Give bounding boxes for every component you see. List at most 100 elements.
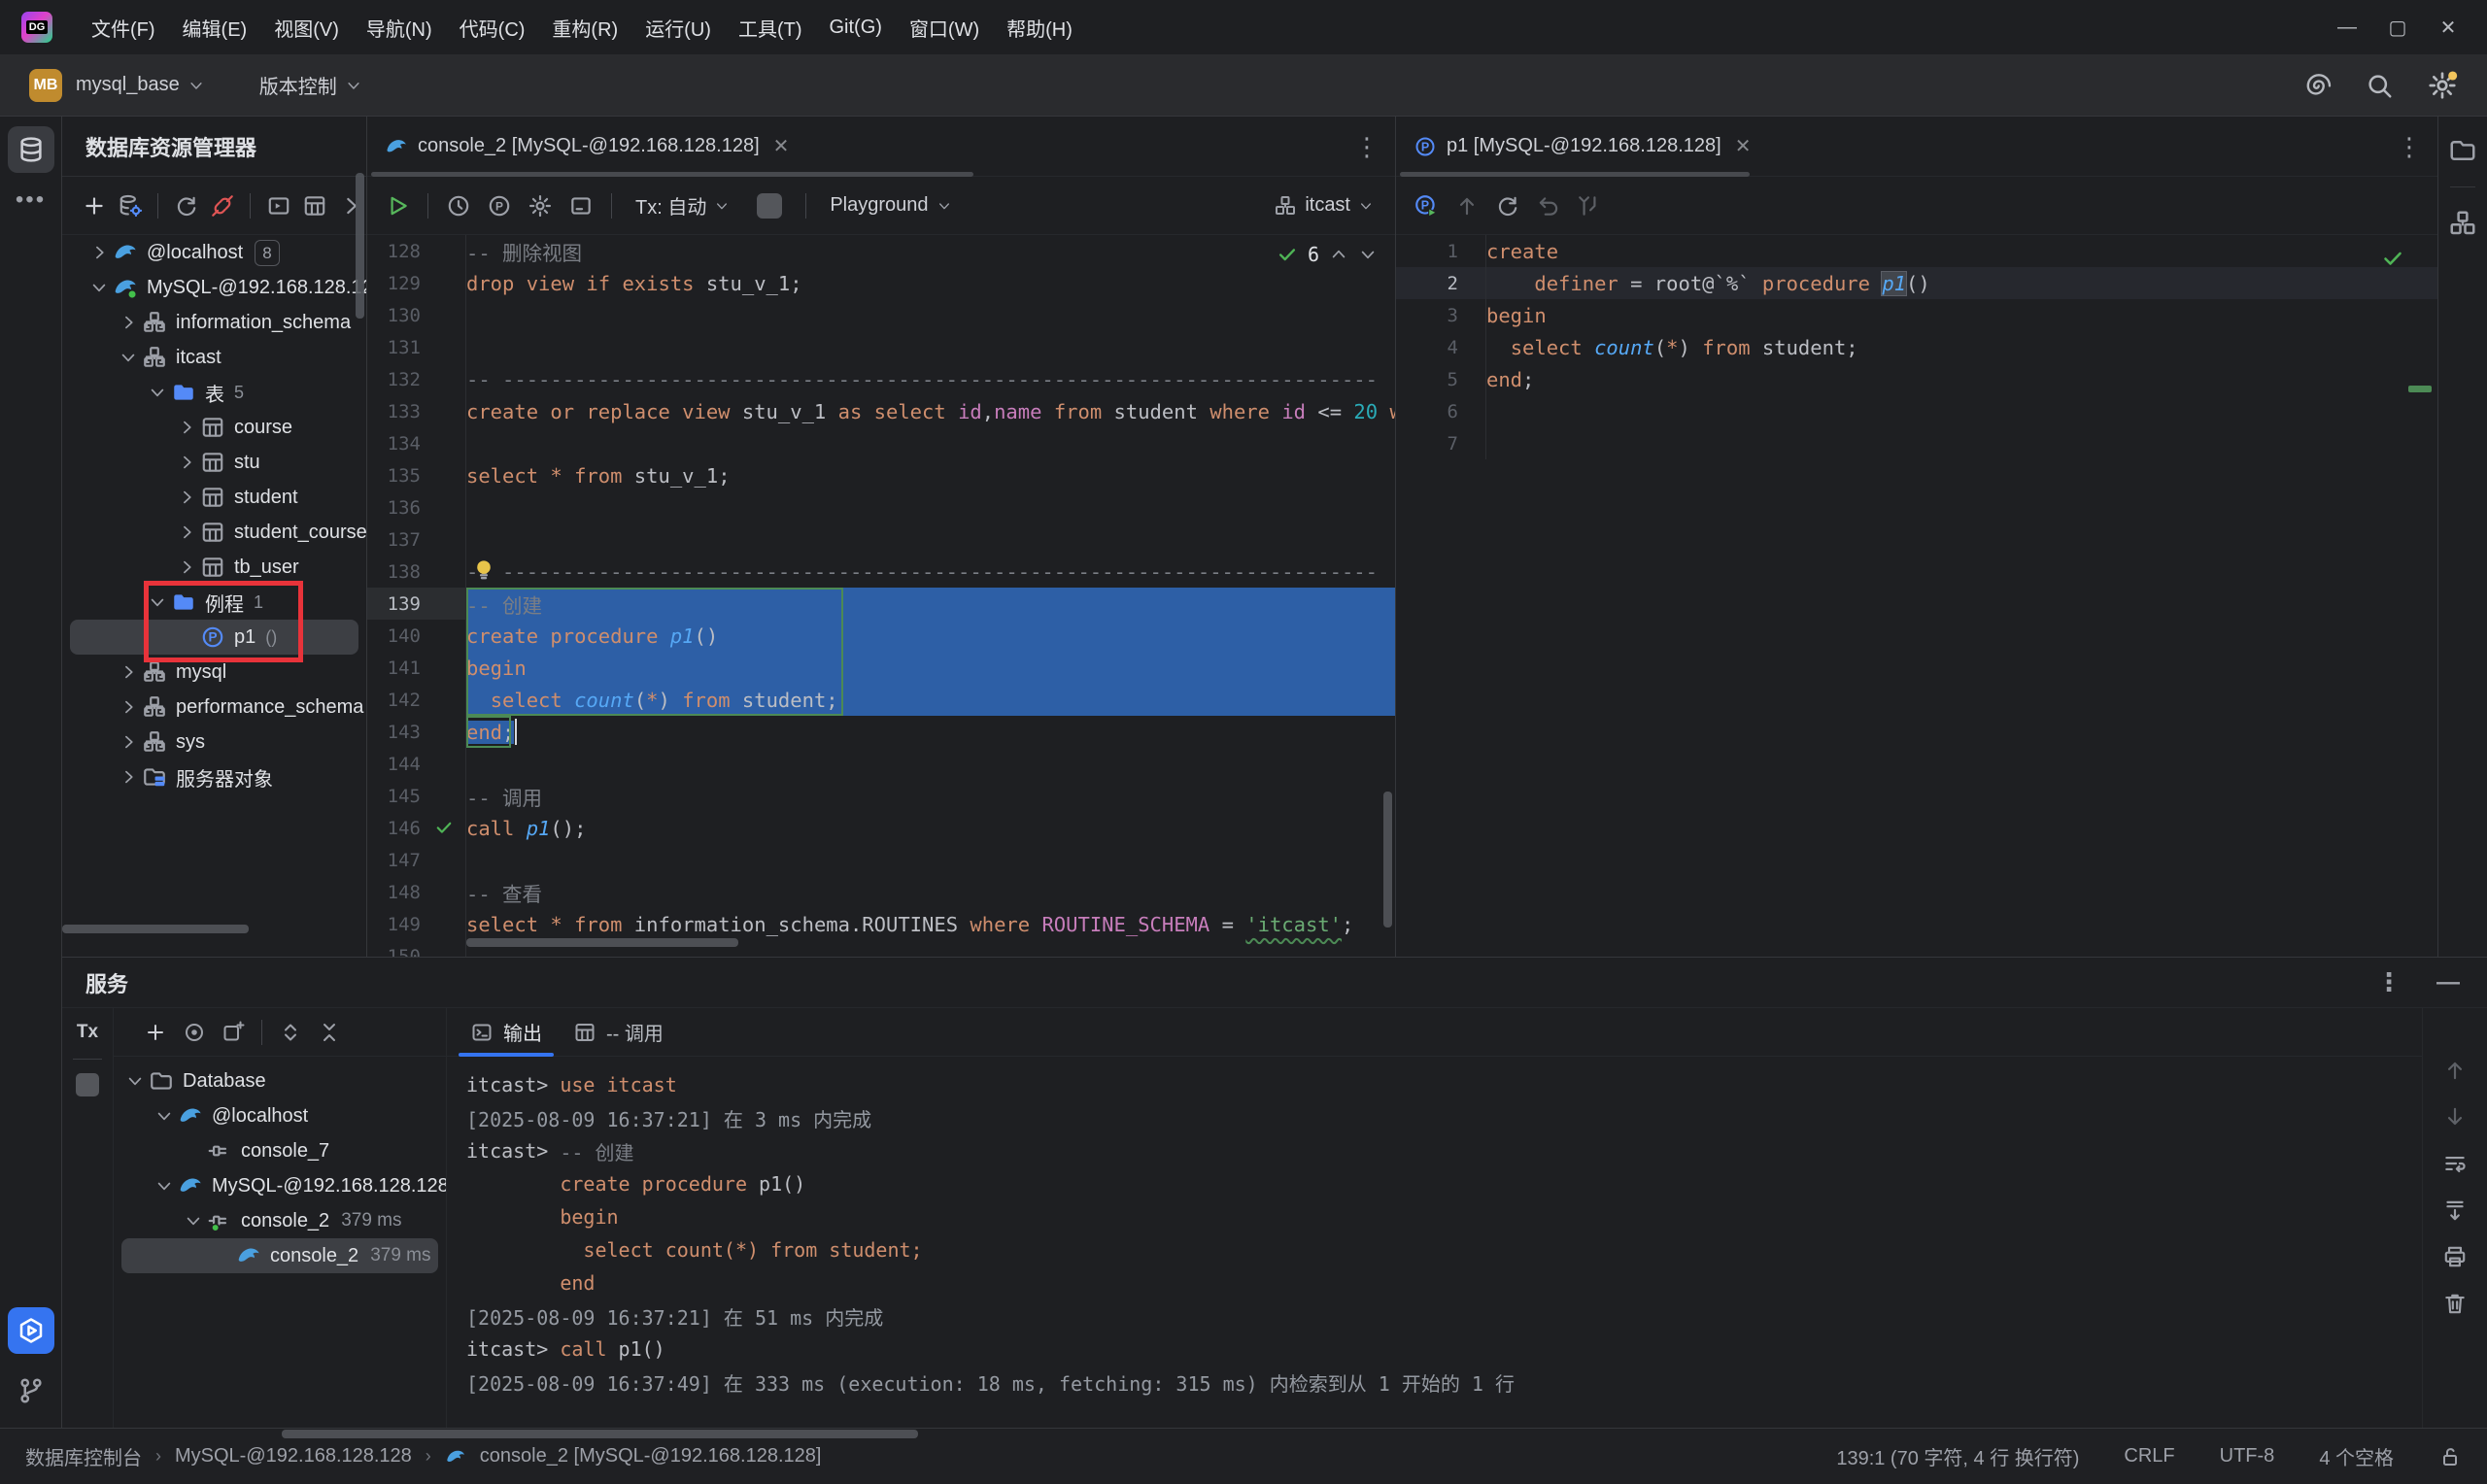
chevron-right-icon[interactable] (173, 414, 200, 441)
target-button[interactable] (176, 1015, 213, 1050)
more-tool-windows-button[interactable]: ••• (16, 186, 46, 214)
run-button[interactable] (379, 188, 416, 223)
prun-button[interactable]: P (1408, 188, 1445, 223)
chevron-right-icon[interactable] (173, 519, 200, 546)
tab-scroll-indicator[interactable] (1400, 172, 1750, 177)
structure-tool-window-icon[interactable] (2448, 209, 2477, 238)
tree-item-itcast[interactable]: itcast (62, 340, 366, 375)
new-console-button[interactable] (215, 1015, 252, 1050)
preview-button[interactable] (562, 188, 599, 223)
project-selector[interactable]: mysql_base (76, 74, 205, 96)
add-button[interactable] (78, 188, 110, 223)
refresh-button[interactable] (1489, 188, 1526, 223)
printer-button[interactable] (2436, 1239, 2473, 1274)
tree-item-information_schema[interactable]: information_schema (62, 305, 366, 340)
chevron-right-icon[interactable] (115, 309, 142, 336)
project-badge[interactable]: MB (29, 69, 62, 102)
collapse-all-button[interactable] (311, 1015, 348, 1050)
chevron-right-icon[interactable] (115, 763, 142, 791)
status-widget[interactable]: 139:1 (70 字符, 4 行 换行符) (1836, 1442, 2079, 1470)
maximize-button[interactable]: ▢ (2376, 16, 2419, 40)
search-icon[interactable] (2365, 71, 2394, 100)
status-widget[interactable]: CRLF (2124, 1445, 2174, 1467)
fork-button[interactable] (1571, 188, 1608, 223)
output-tab-输出[interactable]: 输出 (455, 1008, 558, 1056)
disconnect-button[interactable] (206, 188, 238, 223)
settings-gear-icon[interactable] (2427, 70, 2458, 101)
unlock-icon[interactable] (2438, 1445, 2462, 1468)
vcs-selector[interactable]: 版本控制 (259, 71, 362, 99)
tree-item-@localhost[interactable]: @localhost8 (62, 235, 366, 270)
tree-item-@localhost[interactable]: @localhost (114, 1098, 446, 1133)
menu-item[interactable]: 文件(F) (78, 6, 169, 50)
close-button[interactable]: ✕ (2427, 16, 2470, 40)
menu-item[interactable]: 工具(T) (725, 6, 816, 50)
chevron-right-icon[interactable] (115, 658, 142, 686)
chevron-down-icon[interactable] (151, 1172, 178, 1199)
chevron-right-icon[interactable] (173, 449, 200, 476)
tree-item-Database[interactable]: Database (114, 1063, 446, 1098)
files-tool-window-icon[interactable] (2448, 136, 2477, 165)
schema-selector[interactable]: itcast (1274, 194, 1383, 218)
status-widget[interactable]: 4 个空格 (2319, 1442, 2394, 1470)
sql-editor[interactable]: 6 128-- 删除视图129drop view if exists stu_v… (367, 235, 1395, 957)
menu-item[interactable]: 编辑(E) (169, 6, 261, 50)
breadcrumb-item[interactable]: MySQL-@192.168.128.128 (175, 1445, 412, 1467)
explorer-horizontal-scrollbar[interactable] (62, 925, 249, 933)
menu-item[interactable]: 运行(U) (631, 6, 725, 50)
chevron-down-icon[interactable] (85, 274, 113, 301)
chevron-right-icon[interactable] (173, 554, 200, 581)
chevron-right-icon[interactable] (173, 484, 200, 511)
dropdown-Tx: 自动[interactable]: Tx: 自动 (624, 191, 741, 219)
undo-button[interactable] (1530, 188, 1567, 223)
chevron-right-icon[interactable] (115, 693, 142, 721)
data-source-settings-button[interactable] (114, 188, 146, 223)
chevron-down-icon[interactable] (121, 1067, 149, 1095)
tree-item-表[interactable]: 表5 (62, 375, 366, 410)
refresh-button[interactable] (170, 188, 202, 223)
chevron-down-icon[interactable] (115, 344, 142, 371)
ai-assistant-icon[interactable] (2302, 71, 2332, 100)
explorer-vertical-scrollbar[interactable] (356, 173, 364, 319)
procedure-editor[interactable]: 1create2 definer = root@`%` procedure p1… (1396, 235, 2437, 957)
trash-button[interactable] (2436, 1286, 2473, 1321)
menu-item[interactable]: 代码(C) (446, 6, 539, 50)
table-view-button[interactable] (298, 188, 330, 223)
breadcrumb-item[interactable]: 数据库控制台 (25, 1442, 142, 1470)
services-options-kebab-icon[interactable]: ⋮ (2376, 967, 2402, 997)
chevron-right-icon[interactable] (115, 728, 142, 756)
tab-scroll-indicator[interactable] (371, 172, 973, 177)
tree-item-mysql[interactable]: mysql (62, 655, 366, 690)
menu-item[interactable]: 视图(V) (260, 6, 353, 50)
tree-item-MySQL-@192.168.128.12[interactable]: MySQL-@192.168.128.12 (62, 270, 366, 305)
up-button[interactable] (1448, 188, 1485, 223)
menu-item[interactable]: 帮助(H) (993, 6, 1086, 50)
tree-item-tb_user[interactable]: tb_user (62, 550, 366, 585)
transaction-mode-icon[interactable]: Tx (77, 1022, 98, 1043)
tree-item-stu[interactable]: stu (62, 445, 366, 480)
output-tab--- 调用[interactable]: -- 调用 (558, 1008, 679, 1056)
tab-options-kebab-icon[interactable]: ⋮ (1354, 134, 1380, 159)
app-logo-icon[interactable]: DG (21, 12, 52, 43)
chevron-down-icon[interactable] (180, 1207, 207, 1234)
tab-p1[interactable]: P p1 [MySQL-@192.168.128.128] ✕ (1396, 117, 1768, 176)
tree-item-student_course[interactable]: student_course (62, 515, 366, 550)
tree-item-console_2[interactable]: console_2379 ms (121, 1238, 438, 1273)
tree-item-performance_schema[interactable]: performance_schema (62, 690, 366, 725)
tree-item-服务器对象[interactable]: 服务器对象 (62, 759, 366, 794)
explain-button[interactable]: P (481, 188, 518, 223)
output-horizontal-scrollbar[interactable] (282, 1430, 918, 1438)
menu-item[interactable]: Git(G) (816, 9, 896, 47)
soft-wrap-button[interactable] (2436, 1146, 2473, 1181)
chevron-down-icon[interactable] (144, 589, 171, 616)
close-tab-icon[interactable]: ✕ (1735, 134, 1752, 158)
services-tool-window-button[interactable] (8, 1307, 54, 1354)
chevron-down-icon[interactable] (151, 1102, 178, 1130)
menu-item[interactable]: 导航(N) (353, 6, 446, 50)
chevron-down-icon[interactable] (144, 379, 171, 406)
tab-console-2[interactable]: console_2 [MySQL-@192.168.128.128] ✕ (367, 117, 806, 176)
minimize-button[interactable]: — (2326, 17, 2368, 39)
close-tab-icon[interactable]: ✕ (773, 134, 790, 158)
tree-item-console_2[interactable]: console_2379 ms (114, 1203, 446, 1238)
tree-item-sys[interactable]: sys (62, 725, 366, 759)
